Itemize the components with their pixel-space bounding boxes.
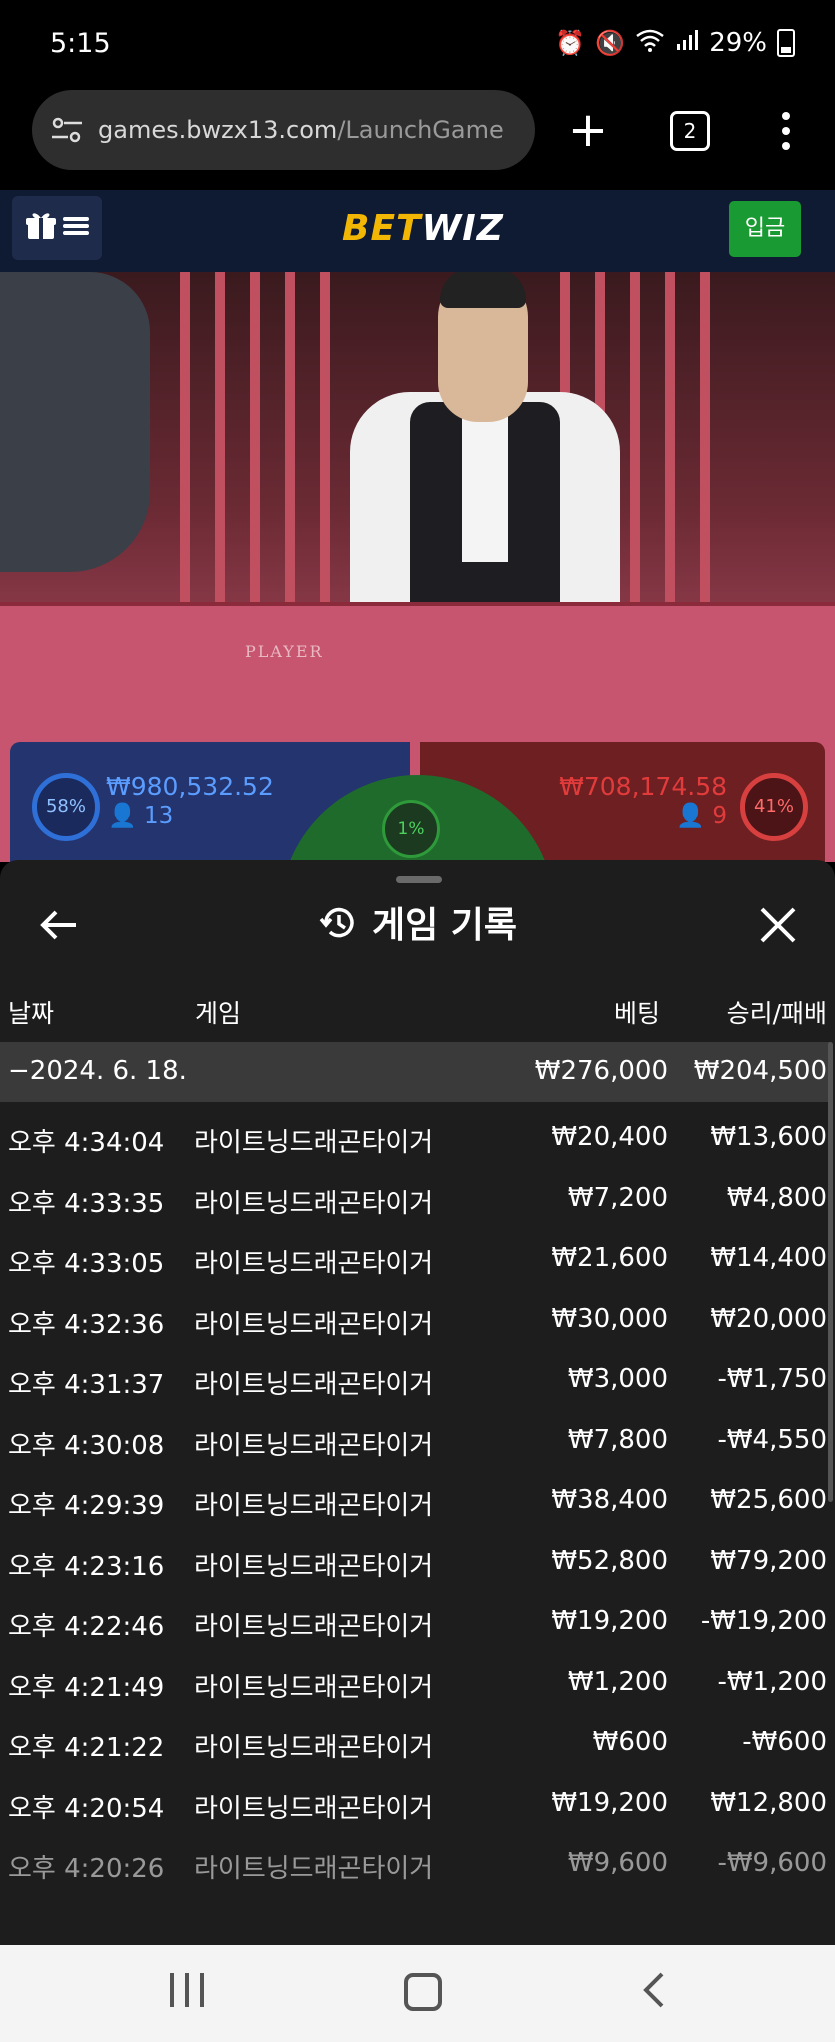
person-icon: 👤: [676, 803, 706, 829]
wifi-icon: [635, 28, 665, 58]
gift-menu-button[interactable]: [12, 196, 102, 260]
table-player-text: PLAYER: [245, 642, 324, 661]
history-rows: 오후 4:34:04 라이트닝드래곤타이거 ₩20,400 ₩13,600 오후 4:…: [0, 1108, 830, 1895]
table-row[interactable]: 오후 4:34:04 라이트닝드래곤타이거 ₩20,400 ₩13,600: [0, 1108, 830, 1169]
signal-icon: [675, 28, 699, 58]
table-row[interactable]: 오후 4:23:16 라이트닝드래곤타이거 ₩52,800 ₩79,200: [0, 1532, 830, 1593]
status-icons: ⏰ 🔇 29%: [555, 28, 795, 58]
mute-icon: 🔇: [595, 29, 626, 57]
url-host: games.bwzx13.com: [98, 116, 338, 144]
sheet-drag-handle[interactable]: [396, 876, 442, 883]
close-icon[interactable]: [756, 898, 800, 952]
date-group-row[interactable]: −2024. 6. 18. ₩276,000 ₩204,500: [0, 1042, 830, 1102]
banker-bet-amount: ₩708,174.58: [559, 772, 727, 801]
table-row[interactable]: 오후 4:33:05 라이트닝드래곤타이거 ₩21,600 ₩14,400: [0, 1229, 830, 1290]
column-result[interactable]: 승리/패배: [727, 994, 827, 1030]
column-bet[interactable]: 베팅: [614, 994, 660, 1030]
sheet-title: 게임 기록: [0, 896, 835, 948]
history-scrollbar[interactable]: [828, 1042, 833, 1502]
date-group-bet-total: ₩276,000: [534, 1056, 668, 1086]
player-count: 👤 13: [108, 803, 174, 829]
battery-percent: 29%: [709, 28, 767, 58]
player-percent: 58%: [32, 773, 100, 841]
alarm-icon: ⏰: [555, 29, 586, 57]
tab-switcher-button[interactable]: 2: [670, 111, 710, 151]
tie-percent: 1%: [382, 800, 440, 858]
assistant-figure: [0, 272, 150, 572]
url-path: /LaunchGame: [337, 116, 504, 144]
column-game[interactable]: 게임: [195, 994, 241, 1030]
system-back-icon[interactable]: [640, 1972, 670, 2008]
hamburger-icon: [63, 215, 89, 241]
table-row[interactable]: 오후 4:20:26 라이트닝드래곤타이거 ₩9,600 -₩9,600: [0, 1834, 830, 1895]
battery-icon: [777, 29, 795, 57]
table-row[interactable]: 오후 4:31:37 라이트닝드래곤타이거 ₩3,000 -₩1,750: [0, 1350, 830, 1411]
url-text: games.bwzx13.com/LaunchGame: [98, 116, 504, 144]
table-row[interactable]: 오후 4:21:22 라이트닝드래곤타이거 ₩600 -₩600: [0, 1713, 830, 1774]
deposit-button[interactable]: 입금: [729, 201, 801, 257]
status-time: 5:15: [50, 28, 111, 59]
player-bet-amount: ₩980,532.52: [106, 772, 274, 801]
new-tab-button[interactable]: +: [566, 100, 610, 160]
status-bar: 5:15 ⏰ 🔇 29%: [0, 0, 835, 90]
person-icon: 👤: [108, 803, 137, 829]
home-icon[interactable]: [404, 1973, 442, 2011]
table-row[interactable]: 오후 4:30:08 라이트닝드래곤타이거 ₩7,800 -₩4,550: [0, 1411, 830, 1472]
site-settings-icon[interactable]: [50, 115, 84, 145]
betwiz-logo[interactable]: BETWIZ: [342, 208, 504, 249]
history-table-header: 날짜 게임 베팅 승리/패배: [0, 990, 835, 1040]
gift-icon: [25, 210, 57, 246]
banker-count: 👤 9: [676, 803, 727, 829]
table-row[interactable]: 오후 4:33:35 라이트닝드래곤타이거 ₩7,200 ₩4,800: [0, 1169, 830, 1230]
history-icon: [318, 903, 358, 943]
date-group-result-total: ₩204,500: [693, 1056, 827, 1086]
table-row[interactable]: 오후 4:29:39 라이트닝드래곤타이거 ₩38,400 ₩25,600: [0, 1471, 830, 1532]
table-row[interactable]: 오후 4:21:49 라이트닝드래곤타이거 ₩1,200 -₩1,200: [0, 1653, 830, 1714]
recents-icon[interactable]: [170, 1973, 204, 2007]
table-row[interactable]: 오후 4:20:54 라이트닝드래곤타이거 ₩19,200 ₩12,800: [0, 1774, 830, 1835]
column-date[interactable]: 날짜: [8, 994, 54, 1030]
date-group-label: −2024. 6. 18.: [8, 1056, 187, 1086]
browser-menu-button[interactable]: [776, 108, 796, 152]
banker-percent: 41%: [740, 773, 808, 841]
back-arrow-icon[interactable]: [38, 898, 82, 952]
address-bar[interactable]: games.bwzx13.com/LaunchGame: [32, 90, 535, 170]
table-row[interactable]: 오후 4:32:36 라이트닝드래곤타이거 ₩30,000 ₩20,000: [0, 1290, 830, 1351]
table-row[interactable]: 오후 4:22:46 라이트닝드래곤타이거 ₩19,200 -₩19,200: [0, 1592, 830, 1653]
